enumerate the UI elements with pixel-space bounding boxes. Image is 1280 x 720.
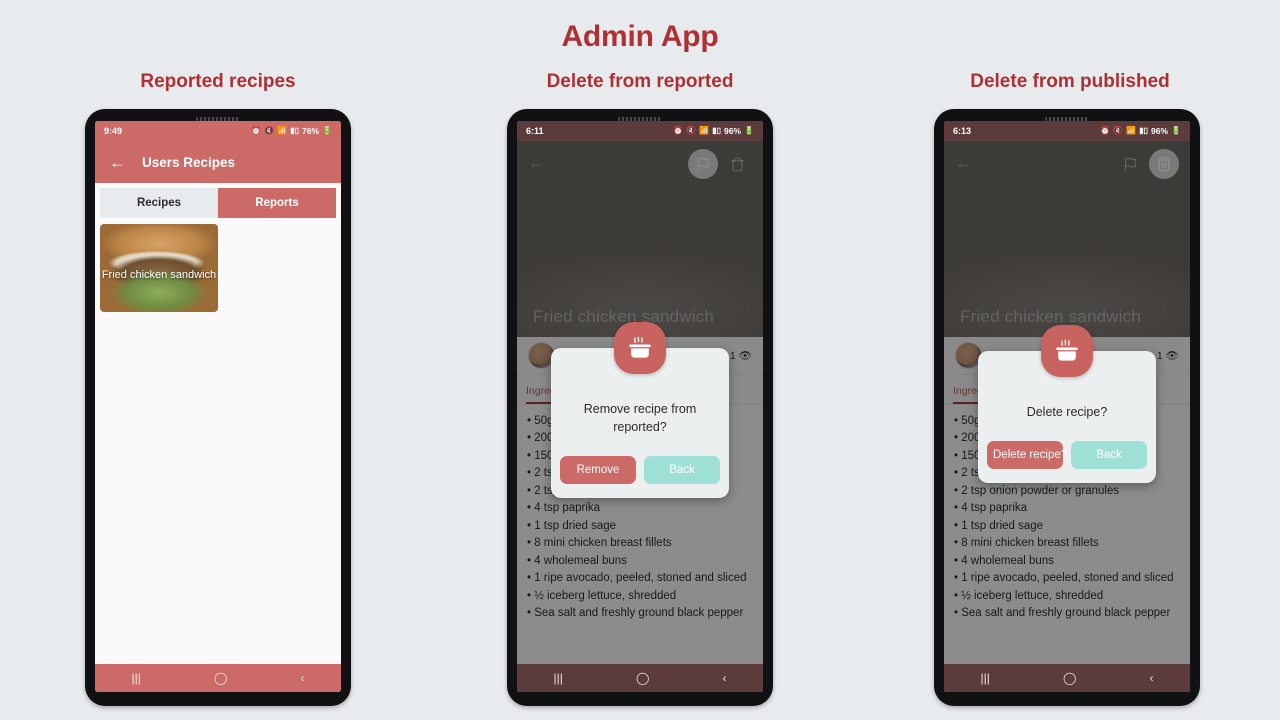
android-nav-bar: ||| ◯ ‹ [944,664,1190,692]
recipe-card-fried-chicken-sandwich[interactable]: Fried chicken sandwich [100,224,218,312]
recipe-card-caption: Fried chicken sandwich [101,269,217,281]
phone-mockup-delete-from-reported: 6:11 ⏰ 🔇 📶 ▮▯ 96% 🔋 ← Fried chicken sand… [507,109,773,706]
android-nav-bar: ||| ◯ ‹ [95,664,341,692]
delete-recipe-button[interactable]: Delete recipe? [987,441,1067,470]
tab-recipes[interactable]: Recipes [100,188,218,218]
remove-button[interactable]: Remove [560,456,636,485]
alarm-icon: ⏰ [1100,126,1111,135]
page-title: Admin App [561,20,719,53]
dialog-buttons: Delete recipe? Back [987,441,1147,470]
nav-back-icon[interactable]: ‹ [722,671,726,685]
mute-icon: 🔇 [264,126,275,135]
android-nav-bar: ||| ◯ ‹ [517,664,763,692]
status-bar: 6:13 ⏰ 🔇 📶 ▮▯ 96% 🔋 [944,121,1190,141]
nav-home-icon[interactable]: ◯ [1063,671,1076,685]
nav-home-icon[interactable]: ◯ [214,671,227,685]
panel-title-delete-from-published: Delete from published [970,71,1170,92]
status-time: 9:49 [104,126,123,136]
phone-mockup-reported-recipes: 9:49 ⏰ 🔇 📶 ▮▯ 76% 🔋 ← Users Recipes Reci… [85,109,351,706]
nav-recents-icon[interactable]: ||| [981,671,990,685]
alarm-icon: ⏰ [673,126,684,135]
signal-icon: ▮▯ [1139,126,1149,135]
nav-back-icon[interactable]: ‹ [1149,671,1153,685]
tab-reports[interactable]: Reports [218,188,336,218]
battery-percent-label: 96% [1151,126,1169,136]
panel-title-delete-from-reported: Delete from reported [546,71,734,92]
confirm-dialog: Remove recipe from reported? Remove Back [551,322,729,499]
battery-percent-label: 76% [302,126,320,136]
battery-percent-label: 96% [724,126,742,136]
nav-home-icon[interactable]: ◯ [636,671,649,685]
mute-icon: 🔇 [686,126,697,135]
back-button[interactable]: Back [1071,441,1147,470]
confirm-dialog: Delete recipe? Delete recipe? Back [978,325,1156,484]
dialog-message: Remove recipe from reported? [583,402,697,435]
signal-icon: ▮▯ [290,126,300,135]
recipe-grid: Fried chicken sandwich [95,218,341,318]
dialog-message: Delete recipe? [1026,405,1108,419]
panel-title-reported-recipes: Reported recipes [140,71,296,92]
phone-screen-3: 6:13 ⏰ 🔇 📶 ▮▯ 96% 🔋 ← Fried chicken sand… [944,121,1190,692]
phone-screen-1: 9:49 ⏰ 🔇 📶 ▮▯ 76% 🔋 ← Users Recipes Reci… [95,121,341,692]
mute-icon: 🔇 [1113,126,1124,135]
wifi-icon: 📶 [1126,126,1137,135]
nav-recents-icon[interactable]: ||| [132,671,141,685]
back-button[interactable]: Back [644,456,720,485]
battery-icon: 🔋 [744,126,754,135]
phone-screen-2: 6:11 ⏰ 🔇 📶 ▮▯ 96% 🔋 ← Fried chicken sand… [517,121,763,692]
page-root: Admin App Reported recipes Delete from r… [0,0,1280,720]
alarm-icon: ⏰ [251,126,262,135]
signal-icon: ▮▯ [712,126,722,135]
status-time: 6:13 [953,126,972,136]
tab-bar: Recipes Reports [95,183,341,218]
status-bar: 9:49 ⏰ 🔇 📶 ▮▯ 76% 🔋 [95,121,341,141]
app-bar-title: Users Recipes [142,154,236,170]
app-bar: ← Users Recipes [95,141,341,183]
cooking-pot-icon [614,322,666,374]
nav-back-icon[interactable]: ‹ [300,671,304,685]
wifi-icon: 📶 [699,126,710,135]
cooking-pot-icon [1041,325,1093,377]
nav-recents-icon[interactable]: ||| [554,671,563,685]
status-time: 6:11 [526,126,544,136]
wifi-icon: 📶 [277,126,288,135]
phone-mockup-delete-from-published: 6:13 ⏰ 🔇 📶 ▮▯ 96% 🔋 ← Fried chicken sand… [934,109,1200,706]
status-bar: 6:11 ⏰ 🔇 📶 ▮▯ 96% 🔋 [517,121,763,141]
back-arrow-icon[interactable]: ← [109,154,126,171]
battery-icon: 🔋 [1171,126,1181,135]
dialog-buttons: Remove Back [560,456,720,485]
battery-icon: 🔋 [322,126,332,135]
